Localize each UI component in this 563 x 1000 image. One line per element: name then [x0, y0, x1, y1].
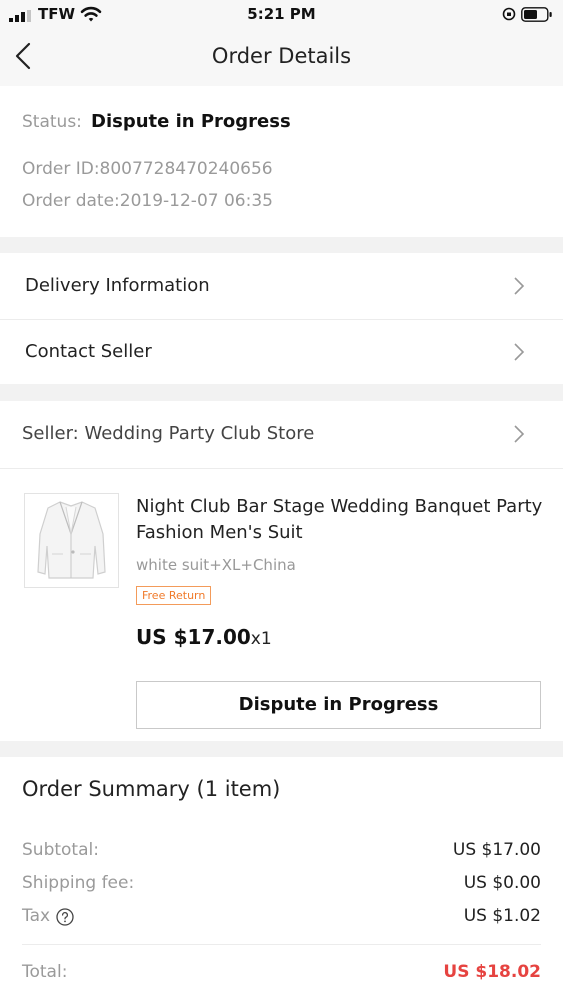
- free-return-badge: Free Return: [136, 586, 212, 605]
- seller-name: Seller: Wedding Party Club Store: [22, 423, 315, 444]
- tax-label: Tax: [22, 906, 51, 926]
- section-divider: [0, 741, 563, 757]
- shipping-fee-value: US $0.00: [463, 873, 541, 893]
- order-date: Order date:2019-12-07 06:35: [22, 191, 273, 211]
- subtotal-value: US $17.00: [452, 840, 541, 860]
- total-value: US $18.02: [443, 962, 541, 982]
- product-price: US $17.00: [136, 625, 251, 649]
- chevron-right-icon: [514, 343, 525, 361]
- product-variant: white suit+XL+China: [136, 556, 296, 574]
- total-label: Total:: [22, 962, 68, 982]
- shipping-fee-label: Shipping fee:: [22, 873, 135, 893]
- dispute-in-progress-button[interactable]: Dispute in Progress: [136, 681, 541, 729]
- clock-time: 5:21 PM: [247, 5, 316, 23]
- chevron-right-icon: [514, 277, 525, 295]
- page-title: Order Details: [211, 44, 352, 68]
- product-title[interactable]: Night Club Bar Stage Wedding Banquet Par…: [136, 494, 546, 546]
- status-value: Dispute in Progress: [91, 111, 291, 132]
- order-id: Order ID:8007728470240656: [22, 159, 273, 179]
- contact-seller-label: Contact Seller: [25, 341, 152, 362]
- section-divider: [0, 384, 563, 401]
- section-divider: [0, 237, 563, 253]
- chevron-right-icon: [514, 425, 525, 443]
- tax-value: US $1.02: [463, 906, 541, 926]
- divider: [0, 468, 563, 469]
- order-summary-title: Order Summary (1 item): [22, 777, 281, 801]
- orientation-lock-icon: [502, 7, 516, 21]
- delivery-information-label: Delivery Information: [25, 275, 210, 296]
- product-image[interactable]: [24, 493, 119, 588]
- status-label: Status:: [22, 112, 82, 132]
- divider: [22, 944, 541, 945]
- product-quantity: x1: [250, 629, 272, 649]
- product-price-line: US $17.00x1: [136, 625, 272, 649]
- subtotal-label: Subtotal:: [22, 840, 99, 860]
- battery-icon: [521, 7, 552, 22]
- help-circle-icon[interactable]: [56, 908, 74, 926]
- suit-jacket-image: [25, 494, 118, 587]
